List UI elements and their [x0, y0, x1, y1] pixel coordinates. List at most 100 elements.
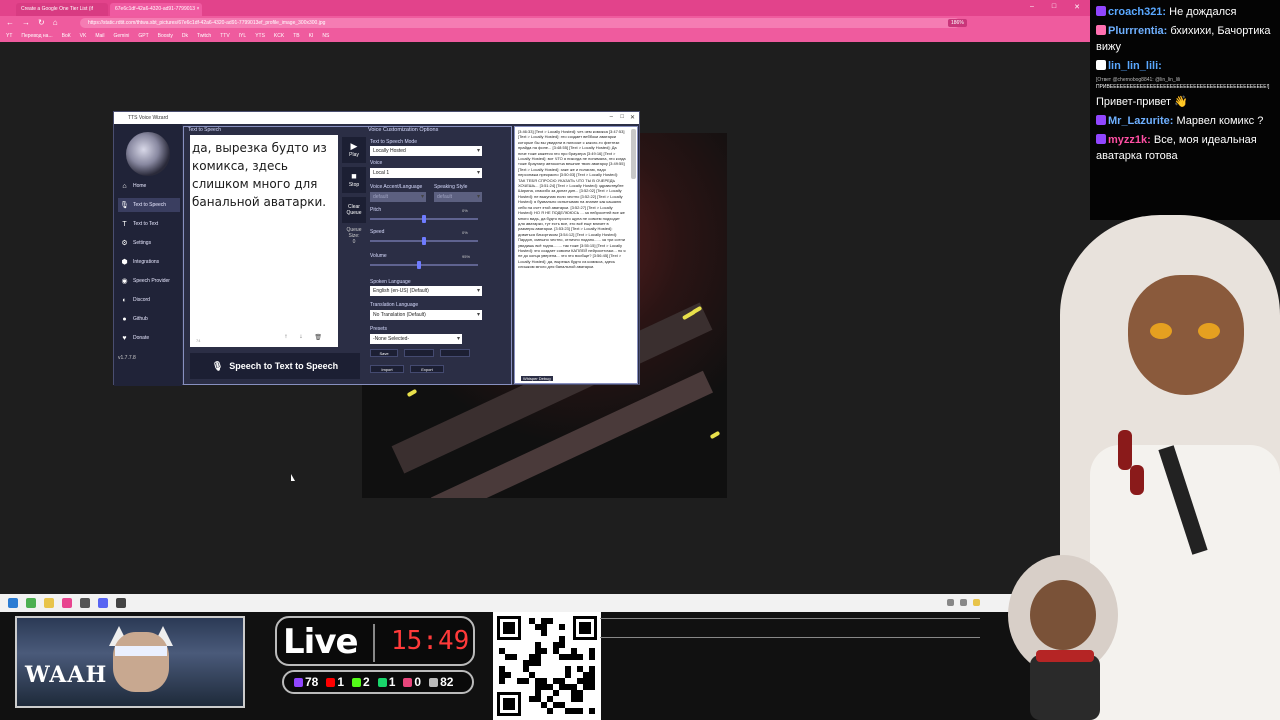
bookmark-item[interactable]: Boosty: [158, 33, 173, 39]
tab-strip: Create a Google One Tier List (if 67e6c1…: [0, 0, 1090, 16]
style-select[interactable]: default: [434, 192, 482, 202]
pitch-slider-knob[interactable]: [422, 215, 426, 223]
export-button[interactable]: Export: [410, 365, 444, 373]
preset-button-2[interactable]: [404, 349, 434, 357]
bookmark-item[interactable]: TB: [293, 33, 299, 39]
close-icon[interactable]: ✕: [630, 114, 635, 121]
tts-text-input[interactable]: да, вырезка будто из комикса, здесь слиш…: [190, 135, 338, 347]
nav-item-speech-provider[interactable]: ◉ Speech Provider: [118, 274, 180, 288]
arrow-down-icon[interactable]: ↓: [299, 334, 302, 341]
zoom-level[interactable]: 186%: [948, 19, 967, 27]
nav-item-home[interactable]: ⌂ Home: [118, 179, 180, 193]
obs-icon[interactable]: [80, 598, 90, 608]
nav-item-text-to-speech[interactable]: 🎙 Text to Speech: [118, 198, 180, 212]
chat-username[interactable]: myzz1k:: [1108, 134, 1151, 146]
bookmark-item[interactable]: KI: [309, 33, 314, 39]
translation-select[interactable]: No Translation (Default): [370, 310, 482, 320]
minimize-icon[interactable]: –: [1030, 3, 1034, 11]
nav-item-label: Donate: [133, 335, 150, 341]
tts-app-icon[interactable]: [116, 598, 126, 608]
trash-icon[interactable]: 🗑: [314, 334, 322, 341]
stream-chat: croach321: Не дождался Plurrrentia: бхихи…: [1090, 0, 1280, 220]
bookmark-item[interactable]: KCK: [274, 33, 284, 39]
chat-username[interactable]: Mr_Lazurite:: [1108, 115, 1173, 127]
speed-slider-knob[interactable]: [422, 237, 426, 245]
clear-queue-button[interactable]: Clear Queue: [342, 197, 366, 223]
text-controls: ↑ ↓ 🗑: [284, 334, 322, 341]
qr-module: [523, 678, 529, 684]
bookmark-item[interactable]: Перевод на...: [21, 33, 52, 39]
bookmark-item[interactable]: NS: [322, 33, 329, 39]
tts-main-panel: Text to Speech да, вырезка будто из коми…: [183, 126, 512, 385]
bookmark-item[interactable]: Mail: [95, 33, 104, 39]
chat-message: myzz1k: Все, моя идеальная аватарка гото…: [1096, 132, 1274, 164]
browser-tab-active[interactable]: 67e6c1df-42a6-4320-ad91-7799013 ×: [110, 3, 202, 16]
voice-label: Voice: [370, 160, 383, 166]
bookmark-item[interactable]: VK: [80, 33, 87, 39]
tray-icon[interactable]: [973, 599, 980, 606]
bookmark-item[interactable]: Gemini: [114, 33, 130, 39]
nav-buttons: ← → ↻ ⌂: [6, 18, 58, 27]
presets-select[interactable]: -None Selected-: [370, 334, 462, 344]
mode-select[interactable]: Locally Hosted: [370, 146, 482, 156]
nav-item-discord[interactable]: ◐ Discord: [118, 293, 180, 307]
chat-username[interactable]: lin_lin_lili:: [1108, 60, 1162, 72]
bookmark-item[interactable]: GPT: [138, 33, 148, 39]
bookmark-item[interactable]: TTV: [220, 33, 229, 39]
discord-icon[interactable]: [98, 598, 108, 608]
maximize-icon[interactable]: □: [1052, 3, 1056, 11]
volume-slider-knob[interactable]: [416, 261, 421, 269]
import-button[interactable]: Import: [370, 365, 404, 373]
pitch-slider[interactable]: [370, 215, 478, 223]
save-preset-button[interactable]: Save: [370, 349, 398, 357]
tray-icon[interactable]: [960, 599, 967, 606]
nav-item-text-to-text[interactable]: T Text to Text: [118, 217, 180, 231]
qr-module: [559, 624, 565, 630]
accent-select[interactable]: default: [370, 192, 426, 202]
bookmark-item[interactable]: YTS: [255, 33, 265, 39]
volume-slider[interactable]: [370, 261, 478, 269]
chat-badge-icon: [1096, 115, 1106, 125]
preset-button-3[interactable]: [440, 349, 470, 357]
speed-slider[interactable]: [370, 237, 478, 245]
nav-item-integrations[interactable]: ⬢ Integrations: [118, 255, 180, 269]
maximize-icon[interactable]: □: [620, 114, 624, 120]
minimize-icon[interactable]: –: [610, 114, 613, 120]
folder-icon[interactable]: [44, 598, 54, 608]
chat-username[interactable]: croach321:: [1108, 6, 1166, 18]
voice-select[interactable]: Local 1: [370, 168, 482, 178]
chat-badge-icon: [1096, 134, 1106, 144]
bookmark-item[interactable]: IYL: [239, 33, 247, 39]
reload-icon[interactable]: ↻: [38, 18, 45, 27]
url-field[interactable]: https://static.rdtit.com/thtwa.sbt_pictu…: [80, 18, 960, 28]
chat-username[interactable]: Plurrrentia:: [1108, 25, 1167, 37]
forward-icon[interactable]: →: [22, 18, 30, 27]
spoken-language-select[interactable]: English (en-US) (Default): [370, 286, 482, 296]
bookmark-item[interactable]: ВоК: [62, 33, 71, 39]
home-icon[interactable]: ⌂: [53, 18, 58, 27]
play-button[interactable]: ▶ Play: [342, 137, 366, 163]
tray-icon[interactable]: [947, 599, 954, 606]
nav-item-settings[interactable]: ⚙ Settings: [118, 236, 180, 250]
log-scrollbar[interactable]: [631, 129, 636, 179]
back-icon[interactable]: ←: [6, 18, 14, 27]
nav-item-github[interactable]: ● Github: [118, 312, 180, 326]
bookmark-item[interactable]: YT: [6, 33, 12, 39]
windows-start-icon[interactable]: [8, 598, 18, 608]
taskbar-app-icon[interactable]: [26, 598, 36, 608]
browser-icon[interactable]: [62, 598, 72, 608]
stop-button[interactable]: ■ Stop: [342, 167, 366, 193]
chat-message: Plurrrentia: бхихихи, Бачортика вижу: [1096, 23, 1274, 55]
whisper-debug[interactable]: Whisper Debug: [521, 376, 553, 381]
bookmark-item[interactable]: Twitch: [197, 33, 211, 39]
speech-to-text-button[interactable]: 🎙 Speech to Text to Speech: [190, 353, 360, 379]
close-icon[interactable]: ✕: [1074, 3, 1080, 11]
nav-item-donate[interactable]: ♥ Donate: [118, 331, 180, 345]
browser-tab[interactable]: Create a Google One Tier List (if: [16, 3, 108, 16]
bookmark-item[interactable]: Dk: [182, 33, 188, 39]
char-count: 74: [196, 338, 201, 343]
arrow-up-icon[interactable]: ↑: [284, 334, 287, 341]
speech-to-text-label: Speech to Text to Speech: [229, 361, 339, 371]
stat-value: 1: [388, 675, 396, 689]
tts-text-value: да, вырезка будто из комикса, здесь слиш…: [192, 141, 327, 209]
